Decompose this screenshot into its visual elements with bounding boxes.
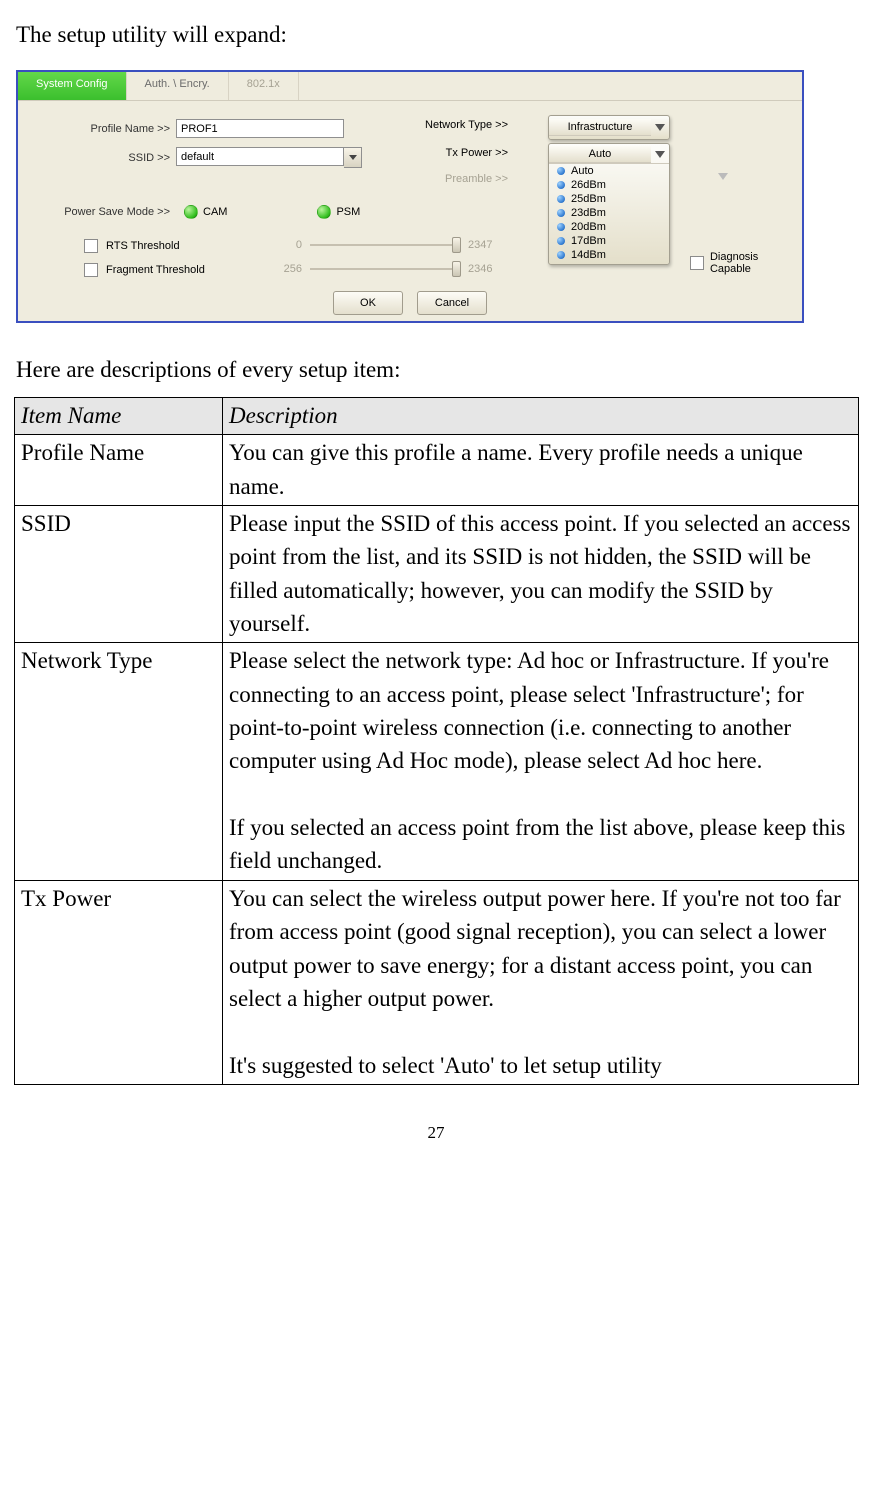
chevron-down-icon[interactable] [651, 151, 669, 158]
tx-option[interactable]: 23dBm [549, 206, 669, 220]
chevron-down-icon[interactable] [344, 147, 362, 168]
power-save-label: Power Save Mode >> [40, 206, 170, 218]
tx-power-label: Tx Power >> [398, 147, 508, 159]
th-item: Item Name [15, 398, 223, 435]
frag-label: Fragment Threshold [106, 264, 205, 276]
radio-psm[interactable] [317, 205, 331, 219]
tab-8021x: 802.1x [229, 72, 299, 100]
ssid-label: SSID >> [40, 152, 170, 164]
table-row: Tx Power You can select the wireless out… [15, 880, 859, 1084]
frag-min: 256 [274, 263, 302, 275]
intro-text-2: Here are descriptions of every setup ite… [16, 357, 858, 383]
setup-utility-screenshot: System Config Auth. \ Encry. 802.1x Prof… [16, 70, 804, 323]
table-row: SSID Please input the SSID of this acces… [15, 506, 859, 643]
chevron-down-icon [718, 173, 728, 180]
tab-system-config[interactable]: System Config [18, 72, 127, 100]
ok-button[interactable]: OK [333, 291, 403, 315]
cancel-button[interactable]: Cancel [417, 291, 487, 315]
tx-option[interactable]: 20dBm [549, 220, 669, 234]
network-type-label: Network Type >> [398, 119, 508, 131]
frag-checkbox[interactable] [84, 263, 98, 277]
tx-option[interactable]: Auto [549, 164, 669, 178]
tx-option[interactable]: 17dBm [549, 234, 669, 248]
intro-text-1: The setup utility will expand: [16, 22, 858, 48]
network-type-select[interactable]: Infrastructure [548, 115, 670, 140]
tx-option[interactable]: 26dBm [549, 178, 669, 192]
tx-option[interactable]: 25dBm [549, 192, 669, 206]
rts-slider[interactable] [310, 244, 460, 246]
profile-name-label: Profile Name >> [40, 123, 170, 135]
rts-label: RTS Threshold [106, 240, 180, 252]
diag-checkbox[interactable] [690, 256, 704, 270]
description-table: Item Name Description Profile Name You c… [14, 397, 859, 1085]
tab-auth-encry[interactable]: Auth. \ Encry. [127, 72, 229, 100]
rts-min: 0 [274, 239, 302, 251]
page-number: 27 [14, 1123, 858, 1143]
radio-cam[interactable] [184, 205, 198, 219]
tx-option[interactable]: 14dBm [549, 248, 669, 262]
psm-label: PSM [336, 206, 360, 218]
rts-checkbox[interactable] [84, 239, 98, 253]
tx-power-select[interactable]: Auto Auto 26dBm 25dBm 23dBm 20dBm 17dBm … [548, 143, 670, 265]
diag-label: Diagnosis Capable [710, 251, 802, 275]
cam-label: CAM [203, 206, 227, 218]
frag-max: 2346 [468, 263, 492, 275]
preamble-label: Preamble >> [398, 173, 508, 185]
ssid-combo[interactable] [176, 147, 362, 168]
chevron-down-icon[interactable] [651, 124, 669, 131]
th-desc: Description [223, 398, 859, 435]
frag-slider[interactable] [310, 268, 460, 270]
tabbar: System Config Auth. \ Encry. 802.1x [18, 72, 802, 101]
table-row: Profile Name You can give this profile a… [15, 435, 859, 506]
rts-max: 2347 [468, 239, 492, 251]
profile-name-input[interactable] [176, 119, 344, 138]
table-row: Network Type Please select the network t… [15, 643, 859, 880]
